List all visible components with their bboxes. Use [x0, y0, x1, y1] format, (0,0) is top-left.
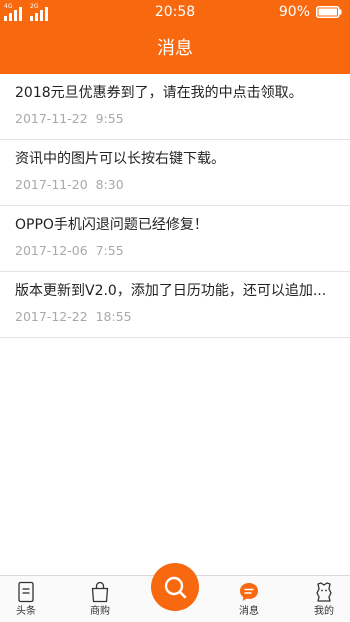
- message-title: 版本更新到V2.0，添加了日历功能，还可以追加...: [15, 283, 327, 299]
- profile-icon: [316, 582, 332, 602]
- message-time: 2017-11-20 8:30: [15, 177, 124, 192]
- search-icon: [164, 576, 187, 599]
- shopping-bag-icon: [91, 581, 109, 603]
- message-time: 2017-12-06 7:55: [15, 243, 124, 258]
- message-list: 2018元旦优惠券到了，请在我的中点击领取。 2017-11-22 9:55 资…: [0, 74, 350, 338]
- message-item[interactable]: OPPO手机闪退问题已经修复！ 2017-12-06 7:55: [0, 206, 350, 272]
- chat-icon: [240, 583, 258, 601]
- message-time: 2017-12-22 18:55: [15, 309, 132, 324]
- tab-shopping[interactable]: 商购: [80, 576, 120, 622]
- message-item[interactable]: 资讯中的图片可以长按右键下载。 2017-11-20 8:30: [0, 140, 350, 206]
- search-button[interactable]: [151, 563, 199, 611]
- tab-news[interactable]: 头条: [6, 576, 46, 622]
- tab-label: 头条: [16, 606, 36, 617]
- message-title: OPPO手机闪退问题已经修复！: [15, 217, 208, 233]
- tab-label: 商购: [90, 606, 110, 617]
- message-item[interactable]: 版本更新到V2.0，添加了日历功能，还可以追加... 2017-12-22 18…: [0, 272, 350, 338]
- battery-icon: [316, 6, 342, 18]
- message-time: 2017-11-22 9:55: [15, 111, 124, 126]
- battery-percentage: 90%: [278, 4, 310, 20]
- message-title: 资讯中的图片可以长按右键下载。: [15, 151, 225, 167]
- page-title: 消息: [0, 24, 350, 74]
- message-item[interactable]: 2018元旦优惠券到了，请在我的中点击领取。 2017-11-22 9:55: [0, 74, 350, 140]
- status-bar: 4G 2G 20:58 90%: [0, 0, 350, 24]
- tab-label: 消息: [239, 606, 259, 617]
- tab-profile[interactable]: 我的: [304, 576, 344, 622]
- message-title: 2018元旦优惠券到了，请在我的中点击领取。: [15, 85, 303, 101]
- news-icon: [18, 581, 34, 603]
- tab-messages[interactable]: 消息: [229, 576, 269, 622]
- tab-label: 我的: [314, 606, 334, 617]
